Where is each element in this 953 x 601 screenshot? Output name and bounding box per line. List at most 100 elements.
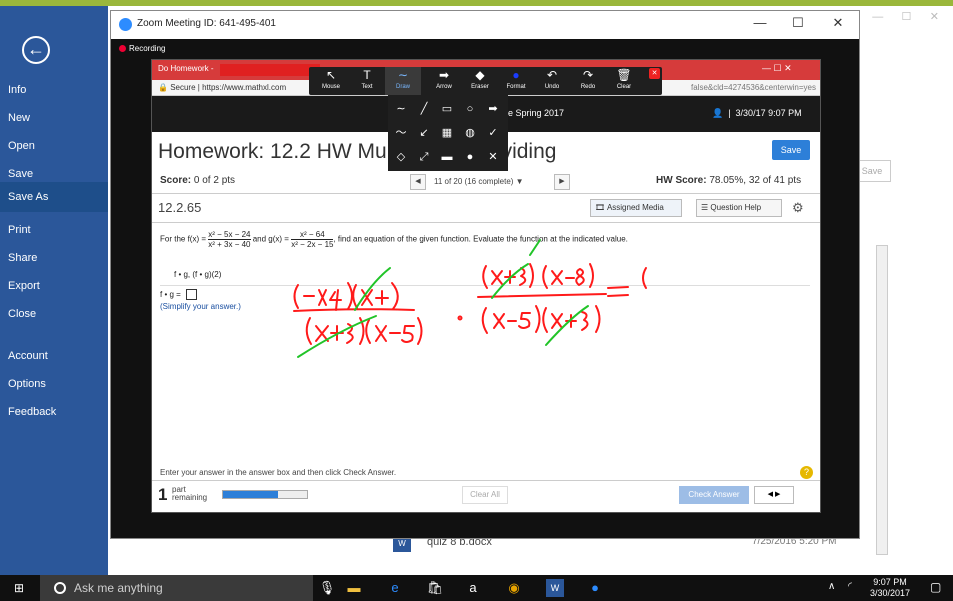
lock-icon: 🔒	[158, 83, 171, 92]
sidebar-item-save-as[interactable]: Save As	[0, 182, 108, 212]
sidebar-item-account[interactable]: Account	[0, 342, 108, 370]
tool-arrow[interactable]: ➡ Arrow	[426, 67, 462, 95]
parts-remaining-label: part remaining	[172, 485, 208, 502]
file-explorer-icon[interactable]: ▬	[345, 579, 363, 597]
windows-taskbar: ⊞ Ask me anything 🎙 ▬ e 🛍 a ◉ W ● ∧ ◜ 9:…	[0, 575, 953, 601]
parts-remaining-count: 1	[158, 485, 168, 504]
tool-eraser[interactable]: ◆ Eraser	[462, 67, 498, 95]
zoom-logo-icon	[119, 18, 132, 31]
next-question-button[interactable]: ▶	[554, 174, 570, 190]
browser-tab[interactable]: Do Homework -	[158, 64, 214, 73]
sidebar-item-print[interactable]: Print	[0, 216, 108, 244]
chrome-icon[interactable]: ◉	[505, 579, 523, 597]
sidebar-item-info[interactable]: Info	[0, 76, 108, 104]
sidebar-item-options[interactable]: Options	[0, 370, 108, 398]
ellipse-outline-icon[interactable]: ○	[460, 99, 480, 119]
browser-window-controls[interactable]: — ☐ ✕	[762, 63, 792, 74]
double-arrow-icon[interactable]: ⤢	[414, 147, 434, 167]
divider	[160, 285, 810, 286]
microphone-icon[interactable]: 🎙	[318, 579, 336, 597]
windows-start-icon[interactable]: ⊞	[14, 581, 24, 595]
tool-undo[interactable]: ↶ Undo	[534, 67, 570, 95]
zoom-maximize-button[interactable]: ☐	[783, 15, 813, 31]
sidebar-item-share[interactable]: Share	[0, 244, 108, 272]
instructions-text: Enter your answer in the answer box and …	[160, 468, 397, 477]
arrow-right-icon[interactable]: ➡	[483, 99, 503, 119]
zoom-close-button[interactable]: ✕	[823, 15, 853, 31]
word-taskbar-icon[interactable]: W	[546, 579, 564, 597]
tool-text[interactable]: T Text	[349, 67, 385, 95]
rect-filled-icon[interactable]: ▬	[437, 147, 457, 167]
clear-all-button[interactable]: Clear All	[462, 486, 508, 504]
course-name: e Spring 2017	[508, 108, 565, 118]
check-answer-button[interactable]: Check Answer	[679, 486, 749, 504]
format-icon: ●	[512, 68, 520, 82]
question-text: For the f(x) = x² − 5x − 24 x² + 3x − 40 …	[160, 230, 628, 249]
divider	[152, 193, 820, 194]
score-display: Score: 0 of 2 pts	[160, 175, 236, 186]
g-fraction: x² − 64 x² − 2x − 15	[291, 230, 334, 249]
tool-clear[interactable]: 🗑 Clear	[606, 67, 642, 95]
ellipse-filled-icon[interactable]: ●	[460, 147, 480, 167]
wifi-icon[interactable]: ◜	[848, 581, 852, 592]
clock[interactable]: 9:07 PM 3/30/2017	[870, 577, 910, 599]
undo-icon: ↶	[546, 68, 558, 82]
arrow-icon: ➡	[438, 68, 450, 82]
check-icon[interactable]: ✓	[483, 123, 503, 143]
eraser-icon: ◆	[475, 68, 485, 82]
save-homework-button[interactable]: Save	[772, 140, 810, 160]
arrow-line-icon[interactable]: ↙	[414, 123, 434, 143]
question-position[interactable]: 11 of 20 (16 complete) ▼	[434, 177, 524, 186]
zoom-title: Zoom Meeting ID: 641-495-401	[137, 18, 276, 29]
divider	[152, 480, 820, 481]
redaction-mark	[220, 64, 320, 76]
assigned-media-button[interactable]: 🎞 Assigned Media	[590, 199, 682, 217]
diamond-icon[interactable]: ◇	[391, 147, 411, 167]
draw-options-panel: ∼ ╱ ▭ ○ ➡ 〜 ↙ ▦ ◍ ✓ ◇ ⤢ ▬ ● ✕	[388, 95, 508, 171]
cortana-circle-icon	[54, 582, 66, 594]
tray-expand-icon[interactable]: ∧	[828, 581, 835, 592]
divider	[152, 222, 820, 223]
rect-semi-icon[interactable]: ▦	[437, 123, 457, 143]
tool-format[interactable]: ● Format	[498, 67, 534, 95]
header-datetime: 👤 | 3/30/17 9:07 PM	[712, 108, 802, 118]
gear-icon[interactable]: ⚙	[792, 200, 804, 216]
simplify-hint: (Simplify your answer.)	[160, 302, 241, 311]
freehand-thick-icon[interactable]: 〜	[391, 123, 411, 143]
prev-question-button[interactable]: ◀	[410, 174, 426, 190]
question-navigator: ◀ 11 of 20 (16 complete) ▼ ▶	[410, 174, 570, 190]
notifications-icon[interactable]: ▢	[930, 580, 941, 594]
sidebar-item-open[interactable]: Open	[0, 132, 108, 160]
freehand-thin-icon[interactable]: ∼	[391, 99, 411, 119]
hw-score-display: HW Score: 78.05%, 32 of 41 pts	[656, 175, 802, 186]
tool-redo[interactable]: ↷ Redo	[570, 67, 606, 95]
sidebar-item-new[interactable]: New	[0, 104, 108, 132]
ellipse-semi-icon[interactable]: ◍	[460, 123, 480, 143]
edge-icon[interactable]: e	[386, 579, 404, 597]
tool-mouse[interactable]: ↖ Mouse	[313, 67, 349, 95]
store-icon[interactable]: 🛍	[426, 579, 444, 597]
tool-draw[interactable]: ∼ Draw	[385, 67, 421, 95]
word-backstage-sidebar: ← Info New Open Save Save As Print Share…	[0, 6, 108, 575]
x-mark-icon[interactable]: ✕	[483, 147, 503, 167]
help-icon[interactable]: ?	[800, 466, 813, 479]
zoom-minimize-button[interactable]: —	[745, 15, 775, 30]
sidebar-item-close[interactable]: Close	[0, 300, 108, 328]
sidebar-item-export[interactable]: Export	[0, 272, 108, 300]
question-help-button[interactable]: ☰ Question Help	[696, 199, 782, 217]
sidebar-item-feedback[interactable]: Feedback	[0, 398, 108, 426]
amazon-icon[interactable]: a	[464, 579, 482, 597]
answer-input[interactable]	[186, 289, 197, 300]
question-number: 12.2.65	[158, 200, 202, 215]
cortana-search-box[interactable]: Ask me anything	[40, 575, 313, 601]
word-window-controls[interactable]: — ☐ ✕	[860, 10, 953, 30]
word-scrollbar[interactable]	[876, 245, 888, 555]
back-arrow-icon[interactable]: ←	[22, 36, 50, 64]
close-annotate-icon[interactable]: ✕	[649, 68, 660, 79]
f-fraction: x² − 5x − 24 x² + 3x − 40	[208, 230, 251, 249]
answer-nav-buttons[interactable]: ◀ ▶	[754, 486, 794, 504]
progress-fill	[223, 491, 278, 498]
rect-outline-icon[interactable]: ▭	[437, 99, 457, 119]
line-thin-icon[interactable]: ╱	[414, 99, 434, 119]
zoom-taskbar-icon[interactable]: ●	[586, 579, 604, 597]
